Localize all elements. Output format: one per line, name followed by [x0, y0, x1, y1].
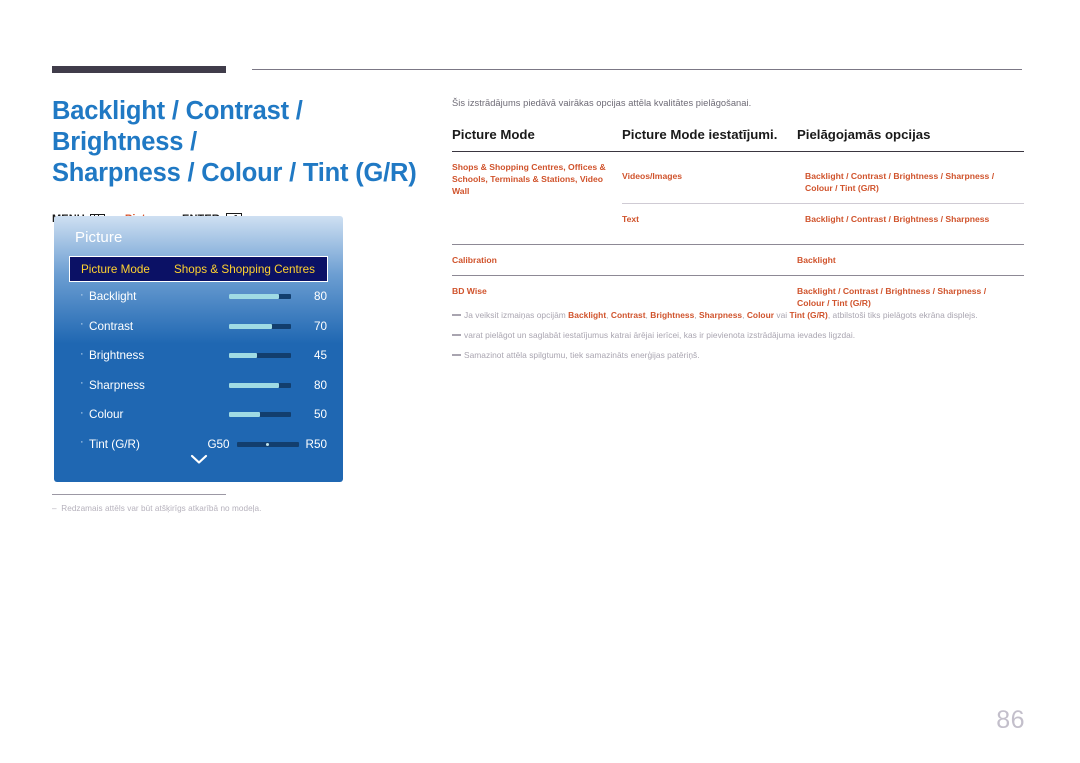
sub-table: Videos/Images Backlight / Contrast / Bri…: [622, 161, 1024, 235]
contrast-slider[interactable]: [229, 323, 291, 329]
left-footnote-text: – Redzamais attēls var būt atšķirīgs atk…: [52, 504, 392, 513]
sub-cell-setting: Text: [622, 203, 805, 235]
sub-cell-setting: Videos/Images: [622, 171, 683, 181]
left-footnote: – Redzamais attēls var būt atšķirīgs atk…: [52, 494, 392, 513]
bullet-icon: ·: [80, 347, 84, 360]
table-header-options: Pielāgojamās opcijas: [797, 127, 931, 142]
table-header-mode: Picture Mode: [452, 127, 535, 142]
sub-cell-options: Backlight / Contrast / Brightness / Shar…: [805, 203, 1024, 235]
table-cell-mode: Calibration: [452, 243, 622, 276]
note-item: varat pielāgot un saglabāt iestatījumus …: [452, 329, 1024, 341]
osd-tint-green-value: G50: [207, 437, 230, 451]
table-header-settings: Picture Mode iestatījumi.: [622, 127, 778, 142]
tint-slider[interactable]: [236, 441, 299, 447]
brightness-slider[interactable]: [229, 353, 291, 359]
osd-item-contrast[interactable]: · Contrast 70: [66, 312, 331, 342]
page-title: Backlight / Contrast / Brightness / Shar…: [52, 97, 417, 187]
osd-tint-control[interactable]: G50 R50: [207, 438, 331, 451]
osd-item-picture-mode[interactable]: Picture Mode Shops & Shopping Centres: [69, 256, 328, 282]
intro-paragraph: Šis izstrādājums piedāvā vairākas opcija…: [452, 98, 752, 108]
osd-tint-label: Tint (G/R): [89, 437, 140, 451]
osd-brightness-control[interactable]: 45: [207, 349, 331, 362]
note-text: Samazinot attēla spilgtumu, tiek samazin…: [464, 350, 700, 361]
note-text: Ja veiksit izmaiņas opcijām Backlight, C…: [464, 310, 978, 320]
osd-picture-panel: Picture Picture Mode Shops & Shopping Ce…: [54, 216, 343, 482]
table-row: Shops & Shopping Centres, Offices & Scho…: [452, 152, 1024, 245]
osd-backlight-control[interactable]: 80: [207, 290, 331, 303]
left-column: Backlight / Contrast / Brightness / Shar…: [52, 96, 422, 225]
sub-row: Text Backlight / Contrast / Brightness /…: [622, 203, 1024, 235]
osd-picture-mode-label: Picture Mode: [81, 262, 150, 276]
osd-colour-value: 50: [313, 408, 327, 422]
bullet-icon: ·: [80, 288, 84, 301]
osd-panel-title: Picture: [75, 229, 123, 246]
table-head: Picture Mode Picture Mode iestatījumi. P…: [452, 127, 1024, 152]
table-cell-mode: Shops & Shopping Centres, Offices & Scho…: [452, 162, 606, 197]
table-cell-options: Backlight: [797, 243, 1024, 276]
osd-item-sharpness[interactable]: · Sharpness 80: [66, 371, 331, 401]
colour-slider[interactable]: [229, 412, 291, 418]
osd-item-colour[interactable]: · Colour 50: [66, 400, 331, 430]
osd-item-backlight[interactable]: · Backlight 80: [66, 282, 331, 312]
bullet-icon: ·: [80, 406, 84, 419]
osd-menu-list: Picture Mode Shops & Shopping Centres · …: [66, 256, 331, 459]
backlight-slider[interactable]: [229, 294, 291, 300]
sharpness-slider[interactable]: [229, 382, 291, 388]
table-body: Shops & Shopping Centres, Offices & Scho…: [452, 152, 1024, 319]
sub-row: Videos/Images Backlight / Contrast / Bri…: [622, 161, 1024, 204]
osd-item-brightness[interactable]: · Brightness 45: [66, 341, 331, 371]
osd-contrast-label: Contrast: [89, 319, 134, 333]
note-dash-icon: [452, 354, 461, 356]
note-item: Ja veiksit izmaiņas opcijām Backlight, C…: [452, 309, 1024, 321]
osd-colour-label: Colour: [89, 408, 124, 422]
tint-slider-handle: [266, 442, 270, 446]
osd-sharpness-label: Sharpness: [89, 378, 145, 392]
table-header-row: Picture Mode Picture Mode iestatījumi. P…: [452, 127, 1024, 152]
osd-sharpness-control[interactable]: 80: [207, 379, 331, 392]
osd-contrast-value: 70: [313, 319, 327, 333]
bullet-icon: ·: [80, 318, 84, 331]
osd-backlight-value: 80: [313, 290, 327, 304]
note-dash-icon: [452, 314, 461, 316]
table-cell-setting: [622, 243, 797, 276]
header-rule-line: [252, 69, 1022, 70]
footnote-dash: –: [52, 504, 62, 513]
picture-mode-table: Picture Mode Picture Mode iestatījumi. P…: [452, 127, 1024, 319]
bullet-icon: ·: [80, 436, 84, 449]
osd-picture-mode-value: Shops & Shopping Centres: [174, 262, 315, 276]
footnote-rule: [52, 494, 226, 495]
osd-contrast-control[interactable]: 70: [207, 320, 331, 333]
note-dash-icon: [452, 334, 461, 336]
osd-colour-control[interactable]: 50: [207, 408, 331, 421]
osd-brightness-label: Brightness: [89, 349, 145, 363]
chevron-down-icon[interactable]: [54, 452, 343, 470]
footnote-body: Redzamais attēls var būt atšķirīgs atkar…: [61, 504, 262, 513]
page-number: 86: [996, 706, 1025, 734]
sub-cell-options: Backlight / Contrast / Brightness / Shar…: [805, 171, 995, 194]
bullet-icon: ·: [80, 377, 84, 390]
table-cell-subgroup: Videos/Images Backlight / Contrast / Bri…: [622, 152, 1024, 245]
note-text: varat pielāgot un saglabāt iestatījumus …: [464, 330, 856, 341]
osd-brightness-value: 45: [313, 349, 327, 363]
osd-tint-red-value: R50: [305, 437, 327, 451]
notes-list: Ja veiksit izmaiņas opcijām Backlight, C…: [452, 309, 1024, 370]
osd-sharpness-value: 80: [313, 378, 327, 392]
header-rule-block: [52, 66, 226, 73]
right-column: Šis izstrādājums piedāvā vairākas opcija…: [452, 98, 1024, 319]
note-item: Samazinot attēla spilgtumu, tiek samazin…: [452, 349, 1024, 361]
table-row: Calibration Backlight: [452, 243, 1024, 276]
osd-backlight-label: Backlight: [89, 290, 137, 304]
